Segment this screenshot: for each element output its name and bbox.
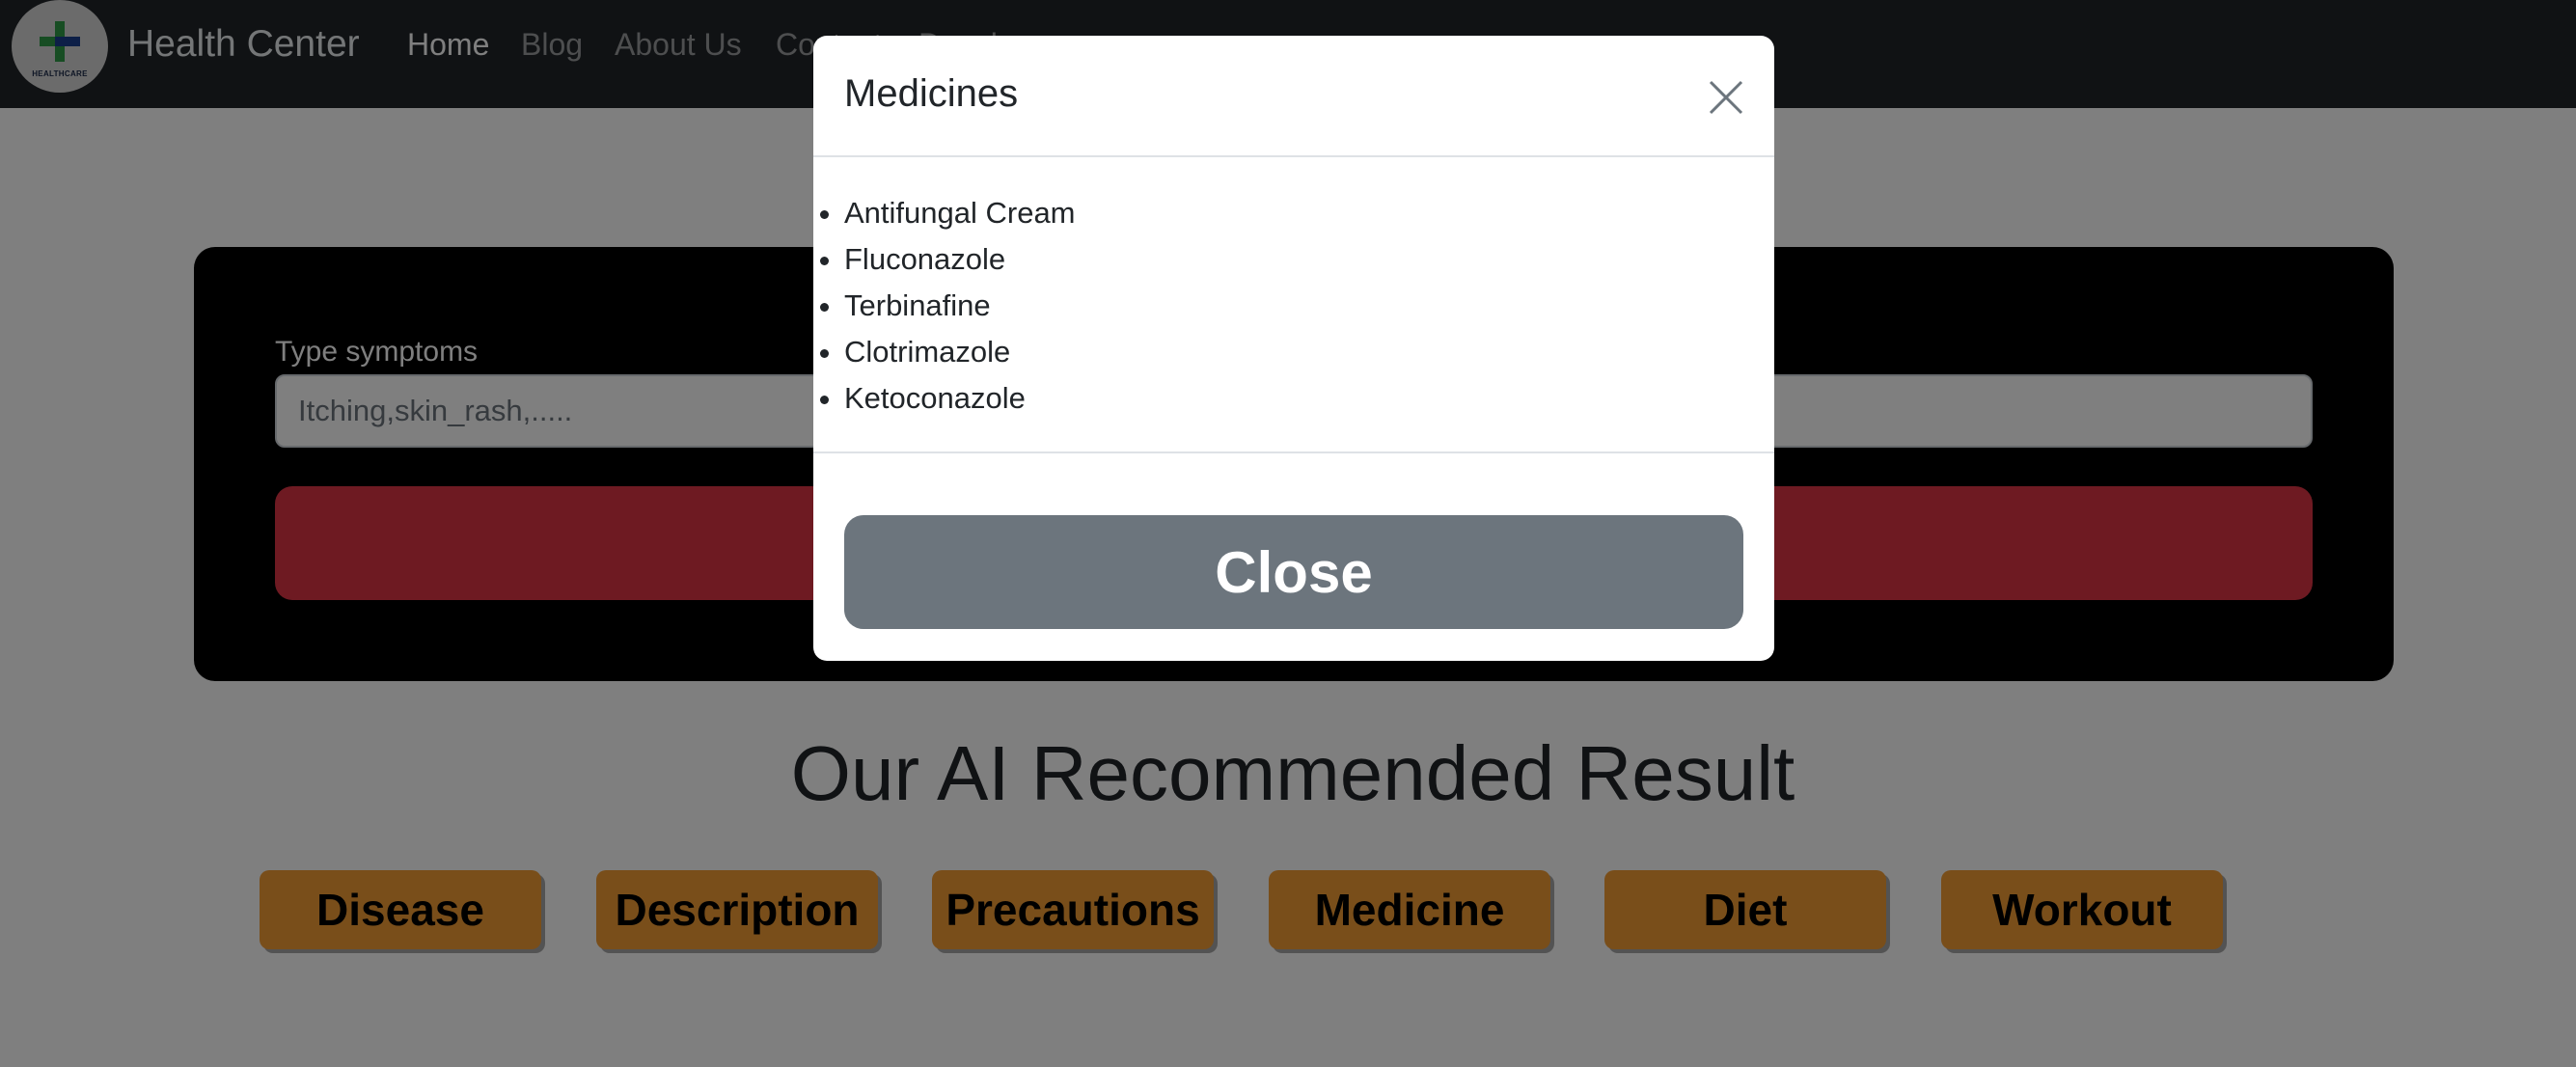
modal-title: Medicines [844, 72, 1019, 115]
list-item: Terbinafine [844, 283, 1076, 329]
list-item: Ketoconazole [844, 375, 1076, 422]
modal-divider [813, 451, 1774, 453]
list-item: Antifungal Cream [844, 190, 1076, 236]
modal-header: Medicines [813, 36, 1774, 157]
list-item: Fluconazole [844, 236, 1076, 283]
medicines-modal: Medicines Antifungal Cream Fluconazole T… [813, 36, 1774, 661]
modal-close-icon-button[interactable] [1707, 78, 1745, 117]
close-button[interactable]: Close [844, 515, 1743, 629]
close-icon [1709, 80, 1743, 115]
list-item: Clotrimazole [844, 329, 1076, 375]
medicine-list: Antifungal Cream Fluconazole Terbinafine… [844, 190, 1076, 422]
